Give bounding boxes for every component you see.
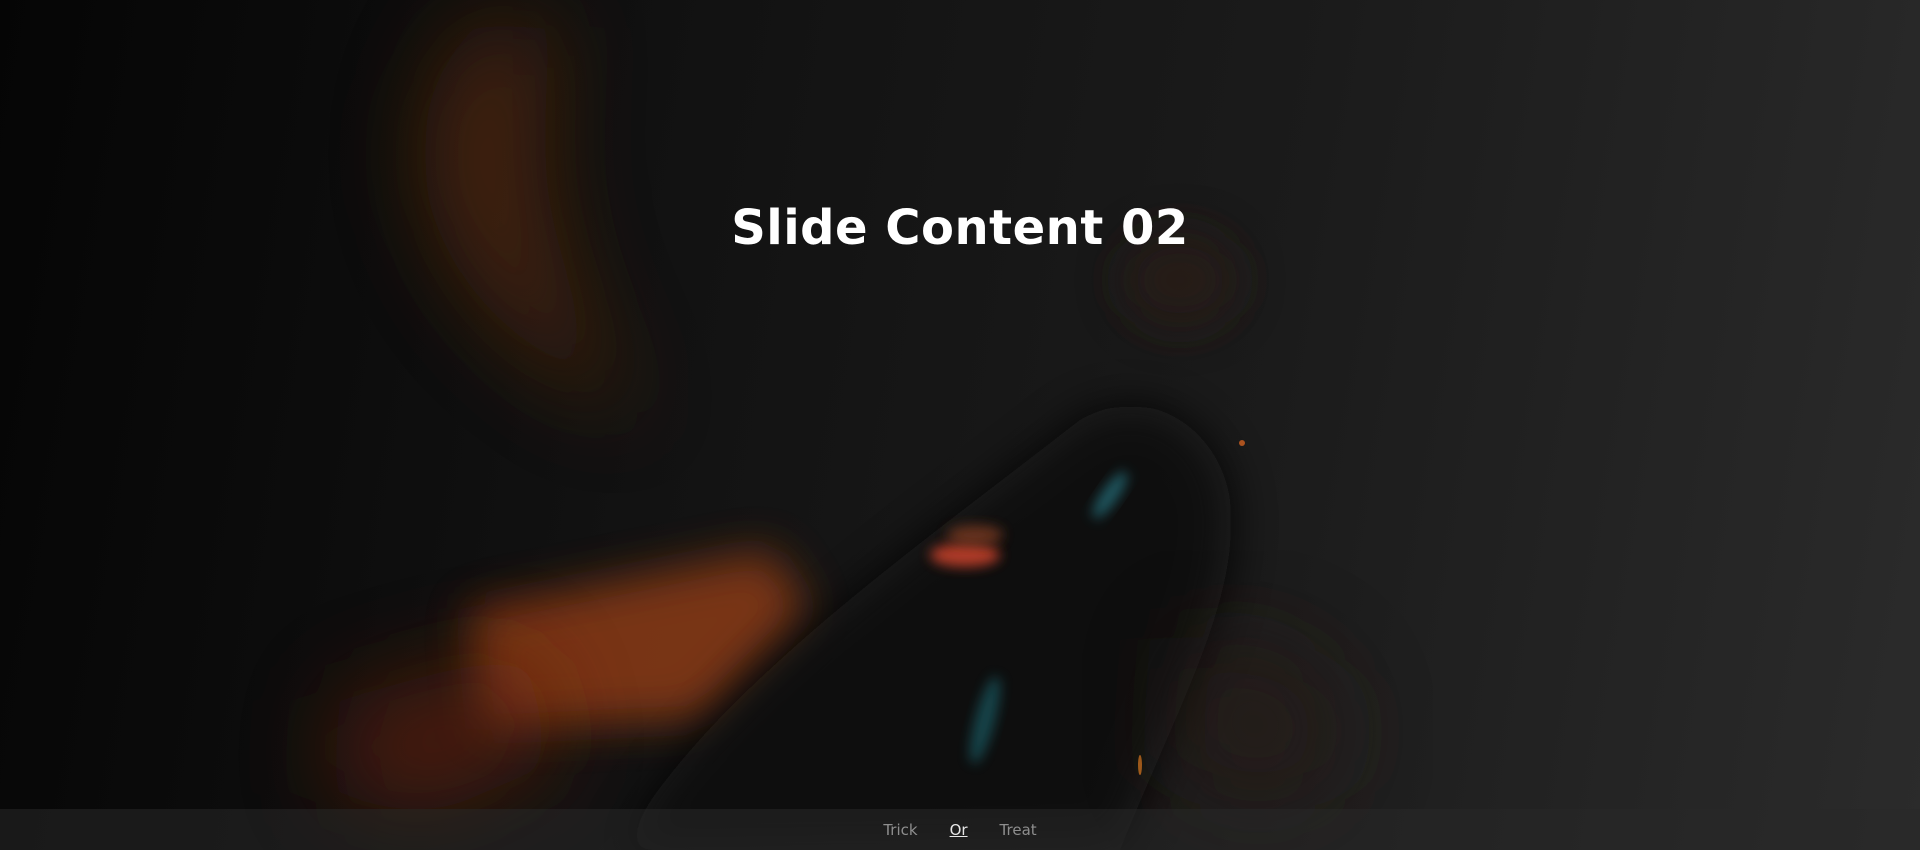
pagination-item-or[interactable]: Or (950, 821, 968, 839)
pagination-item-trick[interactable]: Trick (883, 821, 917, 839)
pagination-item-treat[interactable]: Treat (1000, 821, 1037, 839)
background-image (330, 20, 1346, 850)
hero-slide: Slide Content 02 Trick Or Treat (0, 0, 1920, 850)
slide-pagination: Trick Or Treat (0, 809, 1920, 850)
slide-title: Slide Content 02 (731, 200, 1189, 256)
